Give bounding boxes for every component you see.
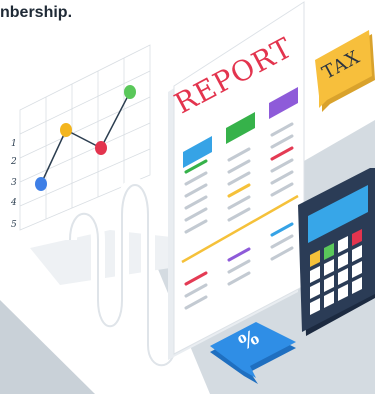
- chart-grid: [19, 44, 151, 231]
- chart-point: [35, 177, 47, 191]
- chart-point: [95, 141, 107, 155]
- chart-tick-label: 4: [10, 198, 17, 208]
- backdrop-left: [0, 300, 95, 394]
- chart-point: [60, 123, 72, 137]
- accounting-illustration: 1 2 3 4 5 REPORT TAX %: [0, 1, 375, 394]
- paper-ribbon: [30, 178, 182, 373]
- chart-point: [124, 85, 136, 99]
- chart-tick-label: 2: [10, 157, 17, 167]
- chart-tick-label: 5: [11, 220, 17, 230]
- chart-tick-label: 3: [11, 178, 17, 188]
- chart-tick-label: 1: [11, 139, 17, 149]
